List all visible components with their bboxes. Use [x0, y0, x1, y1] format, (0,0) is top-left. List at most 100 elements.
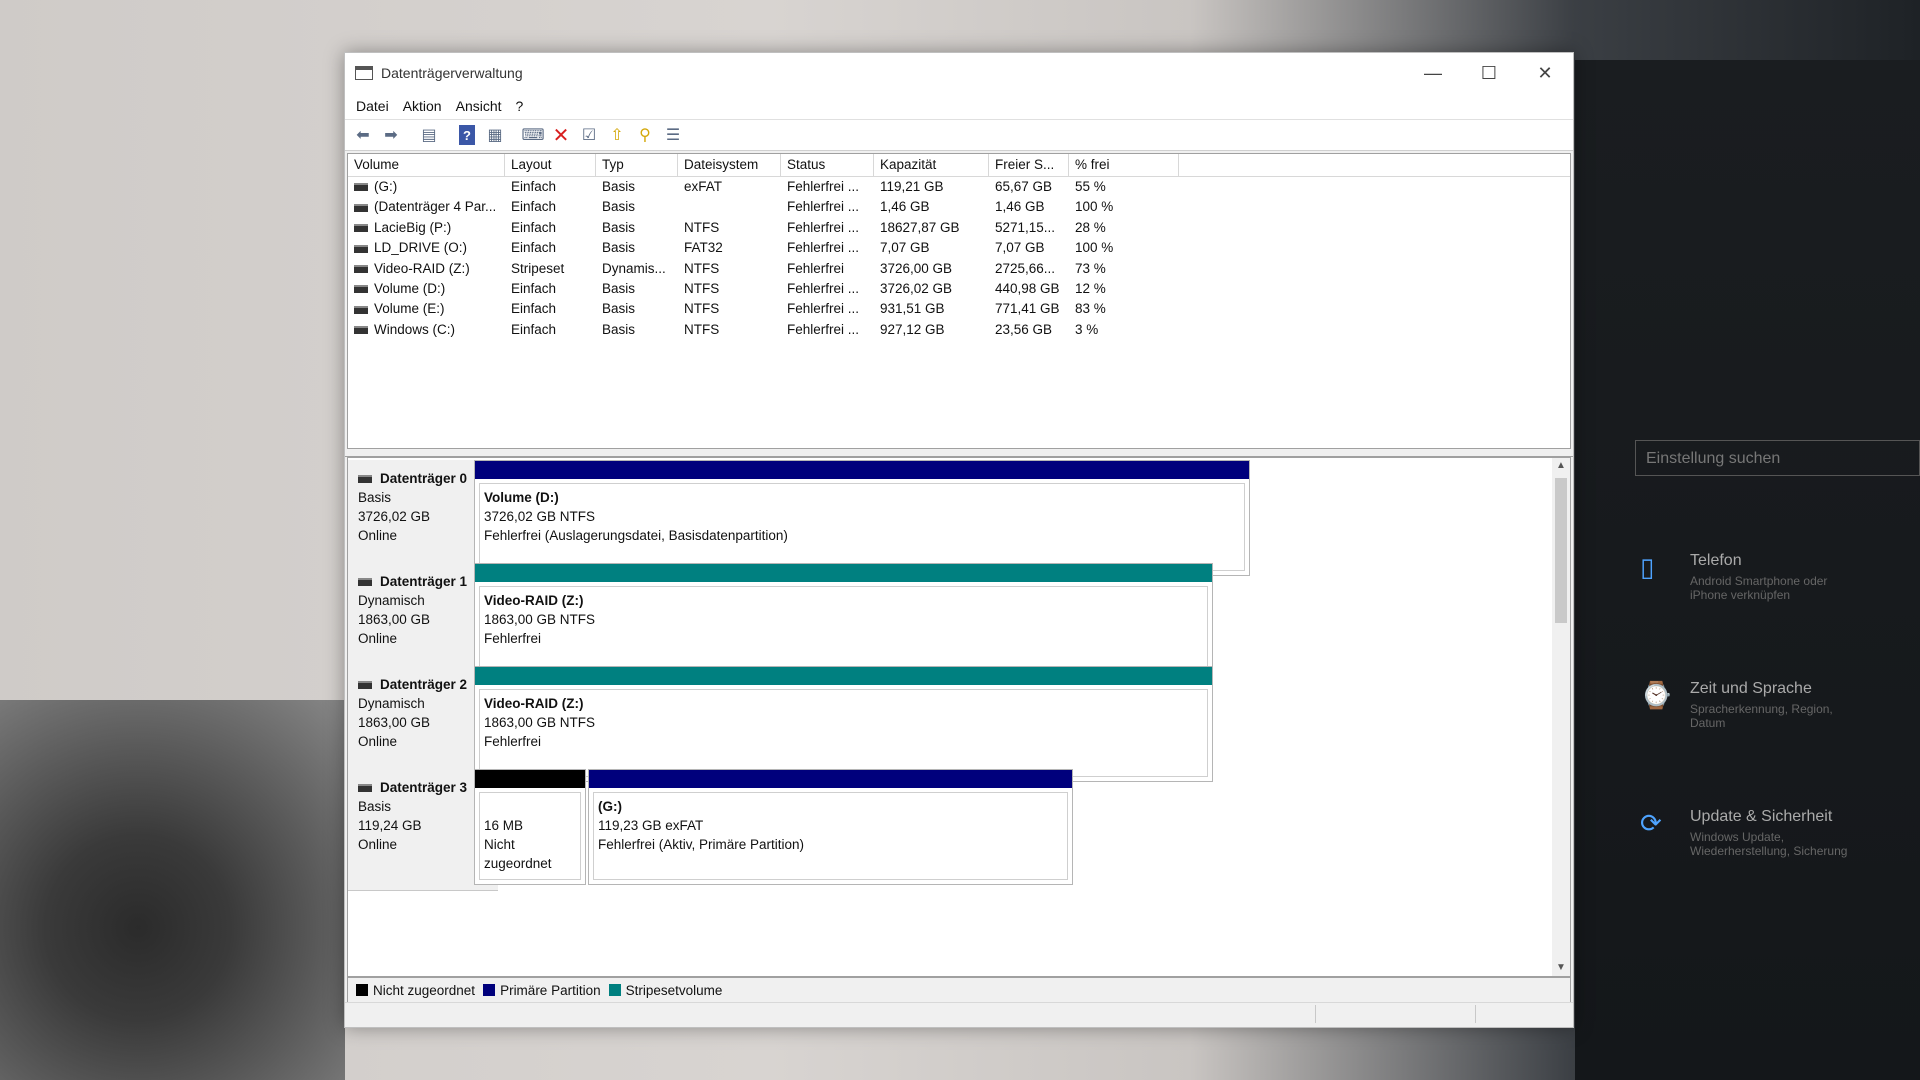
cell-text: NTFS	[684, 321, 720, 337]
cell-layout: Einfach	[505, 197, 596, 217]
cell-capacity: 927,12 GB	[874, 320, 989, 340]
column-header-capacity[interactable]: Kapazität	[874, 154, 989, 176]
forward-arrow-icon[interactable]: ➡	[379, 123, 403, 147]
close-button[interactable]: ✕	[1517, 53, 1573, 93]
partition[interactable]: (G:) 119,23 GB exFAT Fehlerfrei (Aktiv, Pr…	[588, 769, 1073, 885]
minimize-button[interactable]: —	[1405, 53, 1461, 93]
delete-icon[interactable]: ✕	[549, 123, 573, 147]
menu-action[interactable]: Aktion	[400, 98, 453, 114]
status-bar-divider	[1475, 1005, 1476, 1023]
column-header-status[interactable]: Status	[781, 154, 874, 176]
help-icon[interactable]: ?	[459, 125, 475, 145]
partition-name	[484, 797, 580, 816]
table-row[interactable]: Windows (C:) Einfach Basis NTFS Fehlerfrei .…	[348, 320, 1570, 340]
cell-filesystem: NTFS	[678, 299, 781, 319]
cell-text: Basis	[602, 280, 636, 296]
cell-type: Basis	[596, 177, 678, 197]
cell-text: NTFS	[684, 301, 720, 317]
cell-text: NTFS	[684, 260, 720, 276]
cell-text: (G:)	[374, 179, 398, 194]
background-setting-title: Telefon	[1690, 552, 1742, 569]
cell-text: Fehlerfrei ...	[787, 280, 860, 296]
cell-text: Fehlerfrei ...	[787, 219, 860, 235]
volume-icon	[354, 326, 368, 335]
partition[interactable]: 16 MB Nicht zugeordnet	[474, 769, 586, 885]
partition-info: Video-RAID (Z:) 1863,00 GB NTFS Fehlerfrei	[479, 689, 1208, 777]
table-row[interactable]: (G:) Einfach Basis exFAT Fehlerfrei ... 119,2…	[348, 177, 1570, 197]
pane-splitter[interactable]	[345, 450, 1573, 457]
cell-text: 1,46 GB	[880, 199, 930, 215]
maximize-button[interactable]: ☐	[1461, 53, 1517, 93]
background-settings-search: Einstellung suchen	[1635, 440, 1920, 476]
cell-layout: Stripeset	[505, 259, 596, 279]
scroll-thumb[interactable]	[1555, 478, 1567, 623]
legend-unallocated: Nicht zugeordnet	[354, 983, 475, 998]
open-folder-up-icon[interactable]: ⇧	[605, 123, 629, 147]
disk-icon	[358, 784, 372, 793]
column-header-filesystem[interactable]: Dateisystem	[678, 154, 781, 176]
cell-text: 65,67 GB	[995, 179, 1053, 194]
disk-name: Datenträger 0	[380, 471, 468, 486]
scroll-down-arrow-icon[interactable]: ▼	[1552, 960, 1570, 976]
cell-text: (Datenträger 4 Par...	[374, 199, 497, 215]
partition-status: Fehlerfrei (Aktiv, Primäre Partition)	[598, 837, 805, 852]
partition-info: Volume (D:) 3726,02 GB NTFS Fehlerfrei (Au…	[479, 483, 1245, 571]
menu-file[interactable]: Datei	[353, 98, 400, 114]
column-header-volume[interactable]: Volume	[348, 154, 505, 176]
console-tree-icon[interactable]: ▤	[417, 123, 441, 147]
volume-icon	[354, 305, 368, 314]
cell-layout: Einfach	[505, 299, 596, 319]
cell-text: 55 %	[1075, 179, 1106, 194]
column-header-percent-free[interactable]: % frei	[1069, 154, 1179, 176]
vertical-scrollbar[interactable]: ▲ ▼	[1552, 458, 1570, 976]
table-row[interactable]: Volume (D:) Einfach Basis NTFS Fehlerfrei ..…	[348, 279, 1570, 299]
column-header-free-space[interactable]: Freier S...	[989, 154, 1069, 176]
scroll-up-arrow-icon[interactable]: ▲	[1552, 458, 1570, 474]
cell-text: Einfach	[511, 280, 557, 296]
check-disk-icon[interactable]: ☑	[577, 123, 601, 147]
partition-name: Video-RAID (Z:)	[484, 696, 584, 711]
partition[interactable]: Video-RAID (Z:) 1863,00 GB NTFS Fehlerfrei	[474, 666, 1213, 782]
legend-label-unallocated: Nicht zugeordnet	[373, 982, 476, 998]
cell-layout: Einfach	[505, 238, 596, 258]
cell-free-space: 65,67 GB	[989, 177, 1069, 197]
partition-bar-primary	[475, 461, 1249, 479]
table-row[interactable]: Video-RAID (Z:) Stripeset Dynamis... NTFS Fe…	[348, 259, 1570, 279]
volume-icon	[354, 285, 368, 294]
cell-status: Fehlerfrei	[781, 259, 874, 279]
volume-icon	[354, 183, 368, 192]
partition[interactable]: Volume (D:) 3726,02 GB NTFS Fehlerfrei (Au…	[474, 460, 1250, 576]
partition-status: Fehlerfrei	[484, 631, 542, 646]
cell-free-space: 440,98 GB	[989, 279, 1069, 299]
table-row[interactable]: LacieBig (P:) Einfach Basis NTFS Fehlerfrei …	[348, 218, 1570, 238]
cell-text: 18627,87 GB	[880, 219, 960, 235]
cell-type: Basis	[596, 218, 678, 238]
cell-percent-free: 73 %	[1069, 259, 1179, 279]
cell-text: Basis	[602, 301, 636, 317]
cell-type: Basis	[596, 320, 678, 340]
menu-help[interactable]: ?	[513, 98, 535, 114]
connect-drive-icon[interactable]: ⌨	[521, 123, 545, 147]
back-arrow-icon[interactable]: ⬅	[351, 123, 375, 147]
cell-text: Fehlerfrei	[787, 260, 845, 276]
table-row[interactable]: (Datenträger 4 Par... Einfach Basis Fehlerf…	[348, 197, 1570, 217]
partition[interactable]: Video-RAID (Z:) 1863,00 GB NTFS Fehlerfrei	[474, 563, 1213, 679]
search-folder-icon[interactable]: ⚲	[633, 123, 657, 147]
cell-text: 73 %	[1075, 260, 1106, 276]
column-header-layout[interactable]: Layout	[505, 154, 596, 176]
cell-volume: (G:)	[348, 177, 505, 197]
title-bar[interactable]: Datenträgerverwaltung — ☐ ✕	[345, 53, 1573, 93]
window-controls: — ☐ ✕	[1405, 53, 1573, 93]
cell-text: LD_DRIVE (O:)	[374, 240, 468, 256]
properties-pane-icon[interactable]: ▦	[483, 123, 507, 147]
properties-list-icon[interactable]: ☰	[661, 123, 685, 147]
table-row[interactable]: LD_DRIVE (O:) Einfach Basis FAT32 Fehlerfrei…	[348, 238, 1570, 258]
cell-text: Einfach	[511, 240, 557, 256]
column-header-type[interactable]: Typ	[596, 154, 678, 176]
menu-view[interactable]: Ansicht	[453, 98, 513, 114]
cell-text: 1,46 GB	[995, 199, 1045, 215]
cell-text: Einfach	[511, 199, 557, 215]
table-row[interactable]: Volume (E:) Einfach Basis NTFS Fehlerfrei ..…	[348, 299, 1570, 319]
window-title: Datenträgerverwaltung	[381, 65, 523, 81]
cell-text: Basis	[602, 321, 636, 337]
